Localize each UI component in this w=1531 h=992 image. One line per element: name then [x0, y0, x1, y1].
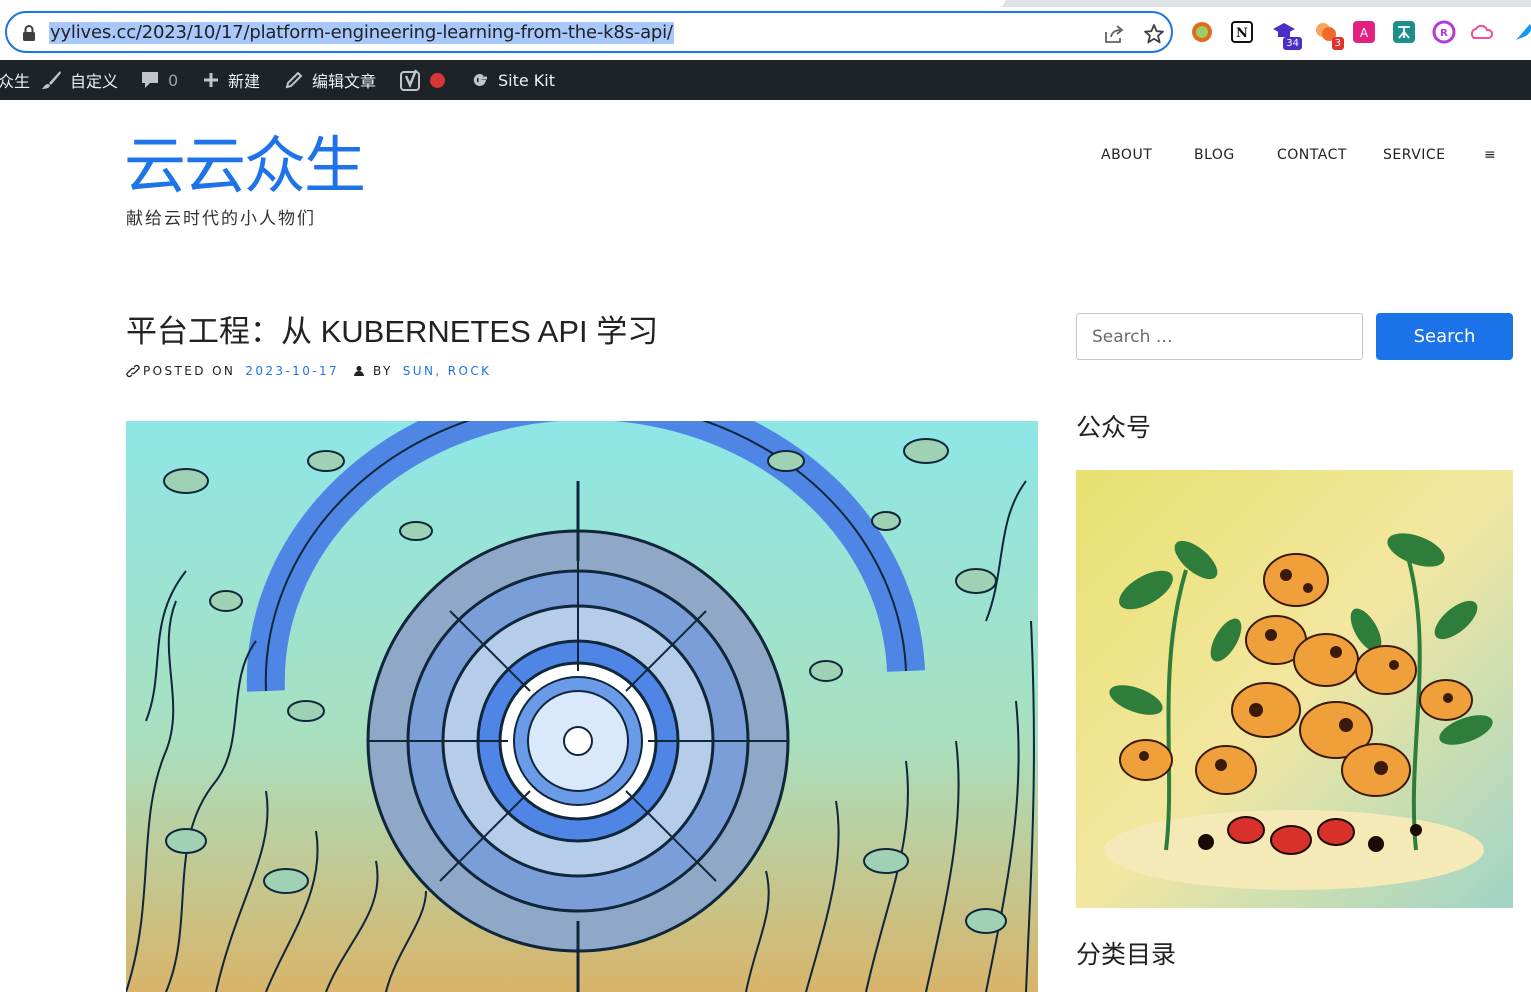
post-title: 平台工程：从 KUBERNETES API 学习 [126, 314, 659, 349]
seo-status-dot [430, 72, 445, 88]
circle-extension-icon[interactable]: R [1432, 20, 1456, 44]
feather-icon[interactable] [1512, 20, 1531, 44]
nav-item-service[interactable]: SERVICE [1383, 147, 1446, 163]
customize-link[interactable]: 自定义 [40, 60, 118, 100]
fruit-extension-icon[interactable]: 3 [1314, 20, 1344, 50]
posted-on-label: POSTED ON [143, 364, 236, 378]
paintbrush-icon [42, 71, 61, 89]
pencil-icon [285, 71, 303, 89]
search-button[interactable]: Search [1376, 313, 1513, 360]
site-name-fragment: 众生 [0, 72, 31, 91]
edit-post-label: 编辑文章 [312, 72, 377, 91]
site-name-link[interactable]: 众生 [0, 60, 30, 100]
post-meta: POSTED ON 2023-10-17 BY SUN, ROCK [126, 364, 491, 378]
edit-post-link[interactable]: 编辑文章 [284, 60, 376, 100]
lock-icon[interactable] [22, 25, 36, 41]
tab-strip [0, 0, 1531, 7]
menu-toggle-icon[interactable]: ≡ [1484, 147, 1496, 163]
svg-text:A: A [1360, 26, 1369, 40]
yoast-seo-menu[interactable] [400, 60, 445, 100]
comment-bubble-icon [142, 72, 158, 88]
widget-title-wechat: 公众号 [1076, 413, 1152, 442]
svg-text:N: N [1236, 26, 1248, 41]
wp-admin-bar: 众生 自定义 0 新建 编辑文章 Site Kit [0, 60, 1531, 100]
comments-count: 0 [168, 70, 179, 90]
site-title[interactable]: 云云众生 [124, 130, 366, 202]
badge-count: 34 [1283, 37, 1302, 50]
ring-extension-icon[interactable] [1190, 20, 1214, 44]
featured-image [126, 421, 1038, 992]
search-input[interactable] [1076, 313, 1363, 360]
svg-text:R: R [1440, 28, 1448, 39]
new-label: 新建 [228, 72, 261, 91]
nav-item-about[interactable]: ABOUT [1101, 147, 1152, 163]
bookmark-star-icon[interactable] [1143, 23, 1165, 45]
translate-icon[interactable]: A [1352, 20, 1376, 44]
by-label: BY [373, 364, 393, 378]
graduation-cap-icon[interactable]: 34 [1272, 20, 1302, 50]
notion-icon[interactable]: N [1230, 20, 1254, 44]
browser-toolbar: yylives.cc/2023/10/17/platform-engineeri… [0, 0, 1531, 60]
kubernetes-illustration [126, 421, 1038, 992]
site-kit-label: Site Kit [498, 70, 556, 90]
author-icon [354, 366, 365, 376]
nav-item-contact[interactable]: CONTACT [1277, 147, 1347, 163]
ladybug-illustration [1076, 470, 1513, 908]
yoast-icon [400, 69, 420, 91]
site-kit-menu[interactable]: Site Kit [470, 60, 555, 100]
post-authors-link[interactable]: SUN, ROCK [403, 364, 492, 378]
site-description: 献给云时代的小人物们 [126, 209, 316, 229]
share-icon[interactable] [1103, 23, 1125, 45]
nav-item-blog[interactable]: BLOG [1194, 147, 1235, 163]
customize-label: 自定义 [70, 72, 119, 91]
address-bar[interactable]: yylives.cc/2023/10/17/platform-engineeri… [5, 11, 1173, 53]
badge-count: 3 [1331, 37, 1344, 50]
comments-link[interactable]: 0 [140, 60, 178, 100]
new-content-link[interactable]: 新建 [202, 60, 260, 100]
plus-icon [204, 73, 218, 87]
wechat-image [1076, 470, 1513, 908]
widget-title-categories: 分类目录 [1076, 940, 1177, 969]
link-icon [126, 364, 140, 378]
translate-alt-icon[interactable] [1392, 20, 1416, 44]
cloud-extension-icon[interactable] [1470, 20, 1494, 44]
url-text[interactable]: yylives.cc/2023/10/17/platform-engineeri… [49, 22, 674, 44]
post-date-link[interactable]: 2023-10-17 [245, 364, 339, 378]
google-g-icon [473, 74, 487, 86]
